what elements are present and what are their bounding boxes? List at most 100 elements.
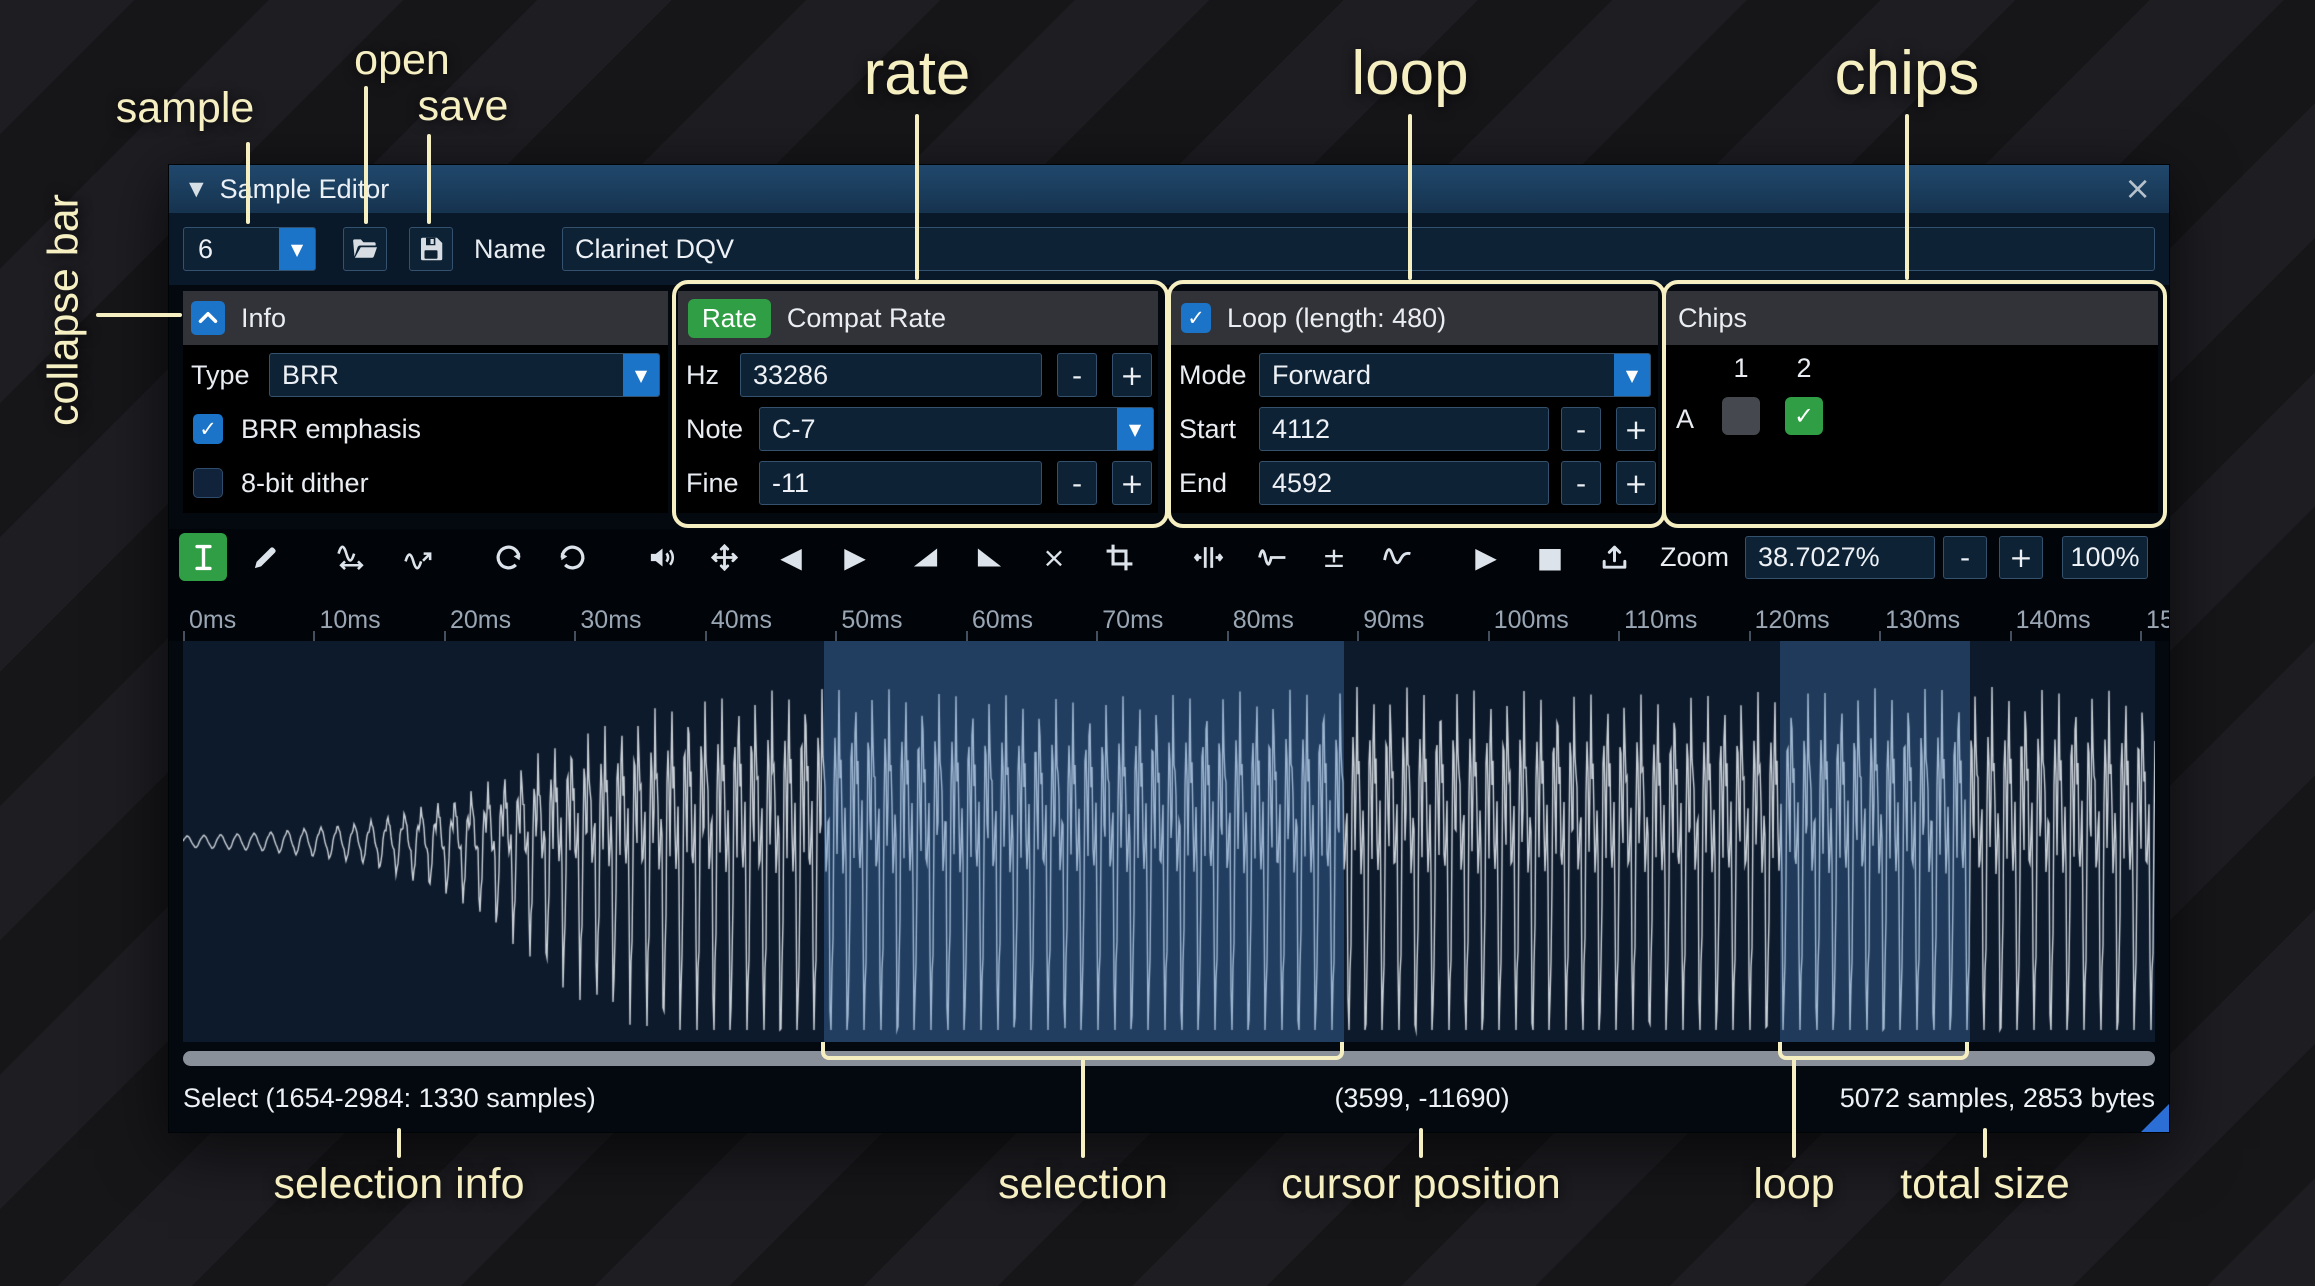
ruler-label: 150 (2140, 606, 2169, 635)
chip-row-label: A (1676, 397, 1694, 441)
hz-increment-button[interactable]: + (1112, 353, 1152, 397)
brr-emphasis-checkbox[interactable]: ✓ (193, 414, 223, 444)
total-size-text: 5072 samples, 2853 bytes (1840, 1083, 2155, 1114)
waveform-display[interactable] (183, 641, 2155, 1042)
select-tool[interactable] (179, 533, 227, 581)
sample-number-dropdown[interactable]: 6 ▼ (183, 227, 316, 271)
ruler-label: 110ms (1618, 606, 1697, 635)
annotation-rate-label: rate (864, 38, 971, 109)
close-icon[interactable]: × (2124, 169, 2151, 207)
rate-panel-header: Rate Compat Rate (678, 291, 1158, 345)
loop-end-increment-button[interactable]: + (1616, 461, 1656, 505)
loop-end-decrement-button[interactable]: - (1561, 461, 1601, 505)
ruler-label: 70ms (1096, 606, 1163, 635)
annotation-collapse-bar-label: collapse bar (40, 194, 89, 426)
info-panel-title: Info (241, 303, 286, 334)
fade-out-button[interactable] (965, 533, 1013, 581)
loop-region[interactable] (1780, 641, 1969, 1042)
type-label: Type (191, 353, 250, 397)
zoom-value-input[interactable]: 38.7027% (1745, 536, 1935, 579)
ruler-label: 10ms (313, 606, 380, 635)
sample-number-value: 6 (184, 234, 279, 265)
annotation-loop-bracket (1778, 1042, 1969, 1060)
window-collapse-icon[interactable]: ▼ (189, 178, 204, 200)
loop-start-decrement-button[interactable]: - (1561, 407, 1601, 451)
ruler-label: 90ms (1357, 606, 1424, 635)
invert-button[interactable]: ▶ (831, 533, 879, 581)
zoom-label: Zoom (1660, 529, 1729, 586)
loop-start-input[interactable]: 4112 (1259, 407, 1549, 451)
ruler-label: 120ms (1749, 606, 1830, 635)
loop-enable-checkbox[interactable]: ✓ (1181, 303, 1211, 333)
open-sample-button[interactable] (343, 227, 387, 271)
annotation-sample-label: sample (116, 84, 255, 133)
titlebar[interactable]: ▼ Sample Editor × (169, 165, 2169, 213)
preview-button[interactable]: ▶ (1462, 533, 1510, 581)
loop-end-input[interactable]: 4592 (1259, 461, 1549, 505)
chip-a2-checkbox[interactable]: ✓ (1785, 397, 1823, 435)
chip-a1-checkbox[interactable] (1722, 397, 1760, 435)
redo-button[interactable] (548, 533, 596, 581)
resize-button[interactable] (327, 533, 375, 581)
ruler-label: 60ms (966, 606, 1033, 635)
fine-increment-button[interactable]: + (1112, 461, 1152, 505)
hz-decrement-button[interactable]: - (1057, 353, 1097, 397)
delete-button[interactable]: × (1030, 533, 1078, 581)
sample-editor-window: ▼ Sample Editor × 6 ▼ Name Clarinet DQV (168, 164, 2170, 1133)
collapse-info-button[interactable] (191, 301, 225, 335)
sign-invert-button[interactable]: ± (1310, 533, 1358, 581)
chips-panel: Chips 1 2 A ✓ (1664, 291, 2158, 513)
note-label: Note (686, 407, 743, 451)
zoom-out-button[interactable]: - (1943, 536, 1987, 579)
resize-grip[interactable] (2141, 1104, 2169, 1132)
insert-silence-button[interactable] (1184, 533, 1232, 581)
zoom-in-button[interactable]: + (1999, 536, 2043, 579)
save-floppy-icon (410, 228, 452, 270)
zoom-reset-button[interactable]: 100% (2062, 536, 2148, 579)
draw-tool[interactable] (241, 533, 289, 581)
sample-name-input[interactable]: Clarinet DQV (562, 227, 2155, 271)
amplify-button[interactable] (638, 533, 686, 581)
ruler-label: 20ms (444, 606, 511, 635)
normalize-button[interactable] (700, 533, 748, 581)
annotation-selection-info-label: selection info (274, 1160, 525, 1209)
reverse-button[interactable]: ◀ (767, 533, 815, 581)
selection-region[interactable] (824, 641, 1345, 1042)
loop-end-label: End (1179, 461, 1227, 505)
file-row: 6 ▼ Name Clarinet DQV (169, 213, 2169, 285)
open-folder-icon (344, 228, 386, 270)
ruler-label: 40ms (705, 606, 772, 635)
type-dropdown[interactable]: BRR ▼ (269, 353, 660, 397)
loop-panel-header: ✓ Loop (length: 480) (1171, 291, 1658, 345)
ruler-label: 80ms (1227, 606, 1294, 635)
chevron-down-icon: ▼ (1614, 354, 1650, 396)
note-dropdown[interactable]: C-7 ▼ (759, 407, 1154, 451)
apply-silence-button[interactable] (1248, 533, 1296, 581)
chevron-up-icon (191, 301, 225, 335)
loop-start-label: Start (1179, 407, 1236, 451)
trim-button[interactable] (1095, 533, 1143, 581)
timeline-ruler[interactable]: 0ms10ms20ms30ms40ms50ms60ms70ms80ms90ms1… (169, 586, 2169, 641)
save-sample-button[interactable] (409, 227, 453, 271)
ruler-label: 0ms (183, 606, 236, 635)
loop-start-increment-button[interactable]: + (1616, 407, 1656, 451)
loop-mode-value: Forward (1260, 360, 1614, 391)
loop-mode-label: Mode (1179, 353, 1247, 397)
dither-checkbox[interactable] (193, 468, 223, 498)
resample-button[interactable] (394, 533, 442, 581)
annotation-open-line (364, 86, 368, 224)
stop-preview-button[interactable]: ■ (1526, 533, 1574, 581)
undo-button[interactable] (484, 533, 532, 581)
fade-in-button[interactable] (901, 533, 949, 581)
filter-button[interactable] (1373, 533, 1421, 581)
loop-mode-dropdown[interactable]: Forward ▼ (1259, 353, 1651, 397)
create-wavetable-button[interactable] (1590, 533, 1638, 581)
fine-decrement-button[interactable]: - (1057, 461, 1097, 505)
annotation-sample-line (246, 142, 250, 224)
fine-input[interactable]: -11 (759, 461, 1042, 505)
cursor-position-text: (3599, -11690) (1334, 1083, 1509, 1114)
hz-input[interactable]: 33286 (740, 353, 1042, 397)
annotation-chips-line (1905, 114, 1909, 280)
chips-panel-header: Chips (1664, 291, 2158, 345)
loop-panel-title: Loop (length: 480) (1227, 303, 1446, 334)
